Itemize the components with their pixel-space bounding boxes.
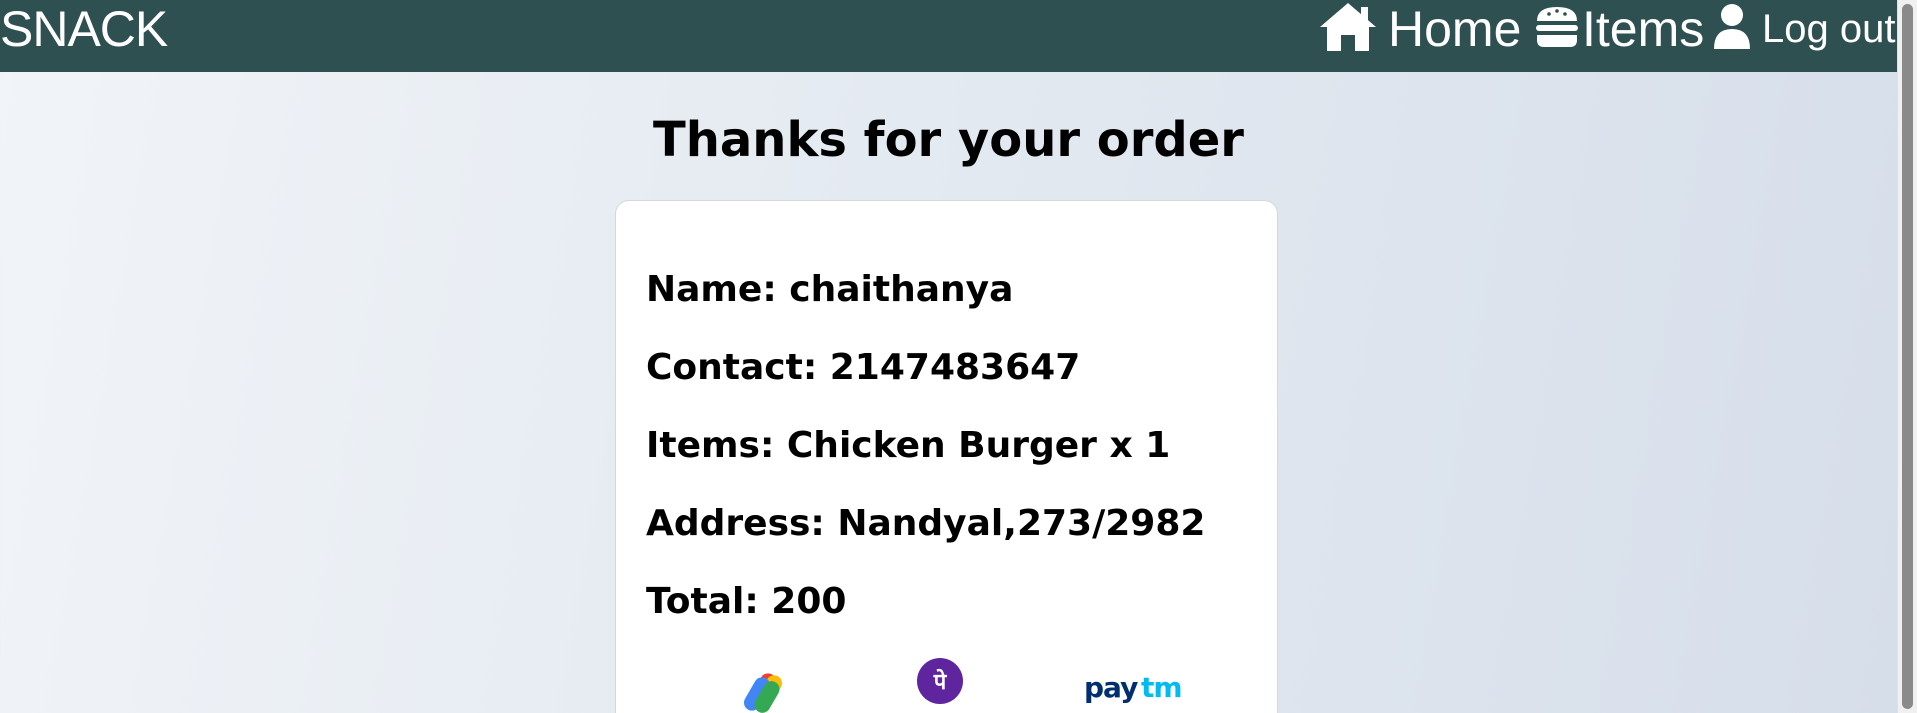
nav-home-link[interactable]: Home [1318, 1, 1522, 57]
brand-logo[interactable]: SNACK [0, 4, 168, 54]
nav-logout-link[interactable]: Log out [1712, 3, 1896, 56]
navbar: SNACK Home Items Log out [0, 0, 1897, 72]
scrollbar-thumb[interactable] [1902, 4, 1913, 709]
phonepe-icon[interactable]: पे [916, 657, 964, 709]
page-title: Thanks for your order [653, 112, 1244, 168]
order-total: Total: 200 [646, 581, 847, 622]
order-contact: Contact: 2147483647 [646, 347, 1081, 388]
paytm-wordmark-tm: tm [1141, 671, 1182, 704]
order-summary-card: Name: chaithanya Contact: 2147483647 Ite… [615, 200, 1278, 713]
order-address: Address: Nandyal,273/2982 [646, 503, 1206, 544]
nav-items-label: Items [1582, 1, 1705, 57]
burger-icon [1534, 4, 1580, 55]
user-icon [1712, 3, 1752, 56]
order-items: Items: Chicken Burger x 1 [646, 425, 1171, 466]
order-name: Name: chaithanya [646, 269, 1014, 310]
nav-items-link[interactable]: Items [1534, 4, 1704, 54]
paytm-wordmark-pay: pay [1084, 671, 1138, 704]
nav-home-label: Home [1388, 1, 1522, 57]
paytm-icon[interactable]: pay tm [1084, 671, 1188, 709]
home-icon [1318, 1, 1378, 58]
google-pay-icon[interactable] [741, 666, 791, 713]
nav-logout-label: Log out [1762, 7, 1896, 51]
phonepe-glyph: पे [933, 668, 948, 695]
scrollbar[interactable] [1897, 0, 1917, 713]
